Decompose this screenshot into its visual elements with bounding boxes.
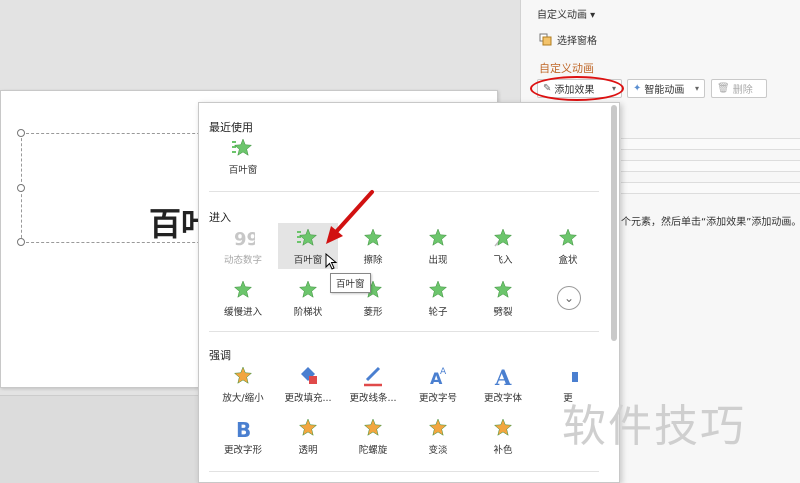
watermark-text: 软件技巧 (562, 401, 746, 452)
